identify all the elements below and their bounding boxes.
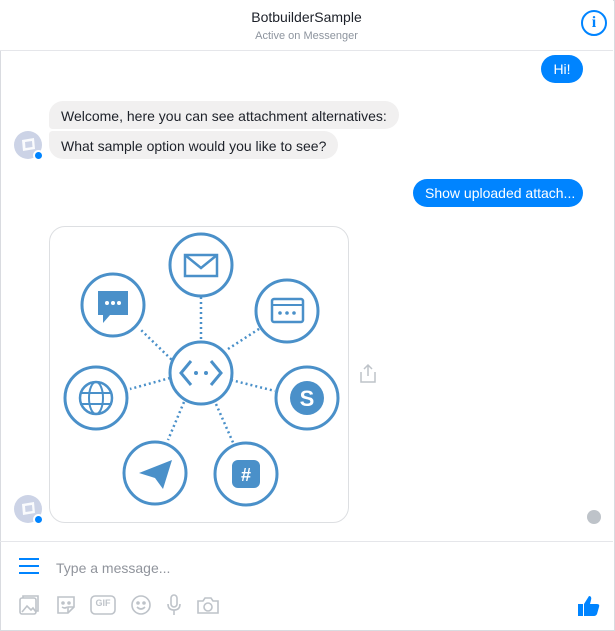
skype-icon: S xyxy=(274,365,340,431)
globe-icon xyxy=(63,365,129,431)
info-icon[interactable]: i xyxy=(581,10,607,36)
bot-message-bubble: What sample option would you like to see… xyxy=(49,131,339,159)
bot-message-bubble: Welcome, here you can see attachment alt… xyxy=(49,101,399,129)
composer-divider xyxy=(0,541,613,542)
status-text: Active on Messenger xyxy=(255,30,358,42)
menu-icon[interactable] xyxy=(19,558,39,579)
gif-label: GIF xyxy=(95,598,111,608)
svg-text:S: S xyxy=(300,386,315,411)
svg-text:#: # xyxy=(241,465,251,485)
emoji-icon[interactable] xyxy=(130,594,152,621)
chat-header: BotbuilderSample Active on Messenger i xyxy=(0,0,613,51)
bot-avatar xyxy=(14,495,44,525)
message-input[interactable] xyxy=(54,556,558,580)
messenger-badge-icon xyxy=(33,514,44,525)
camera-icon[interactable] xyxy=(196,594,220,621)
share-icon[interactable] xyxy=(358,363,378,390)
code-icon xyxy=(168,340,234,406)
page-title: BotbuilderSample xyxy=(251,9,362,25)
gif-icon[interactable]: GIF xyxy=(90,594,116,621)
user-message-bubble: Show uploaded attach... xyxy=(413,179,583,207)
attachment-card[interactable]: S # xyxy=(49,226,349,523)
chat-bubble-icon xyxy=(80,272,146,338)
user-message-bubble: Hi! xyxy=(541,55,583,83)
email-icon xyxy=(168,232,234,298)
gallery-icon[interactable] xyxy=(18,594,40,621)
bot-avatar xyxy=(14,131,44,161)
webchat-icon xyxy=(254,278,320,344)
slack-icon: # xyxy=(213,441,279,507)
thumbs-up-icon[interactable] xyxy=(577,594,601,623)
seen-avatar-icon xyxy=(587,510,601,524)
telegram-icon xyxy=(122,440,188,506)
messenger-badge-icon xyxy=(33,150,44,161)
microphone-icon[interactable] xyxy=(165,594,183,621)
sticker-icon[interactable] xyxy=(55,594,77,621)
attachment-image: S # xyxy=(63,232,340,507)
